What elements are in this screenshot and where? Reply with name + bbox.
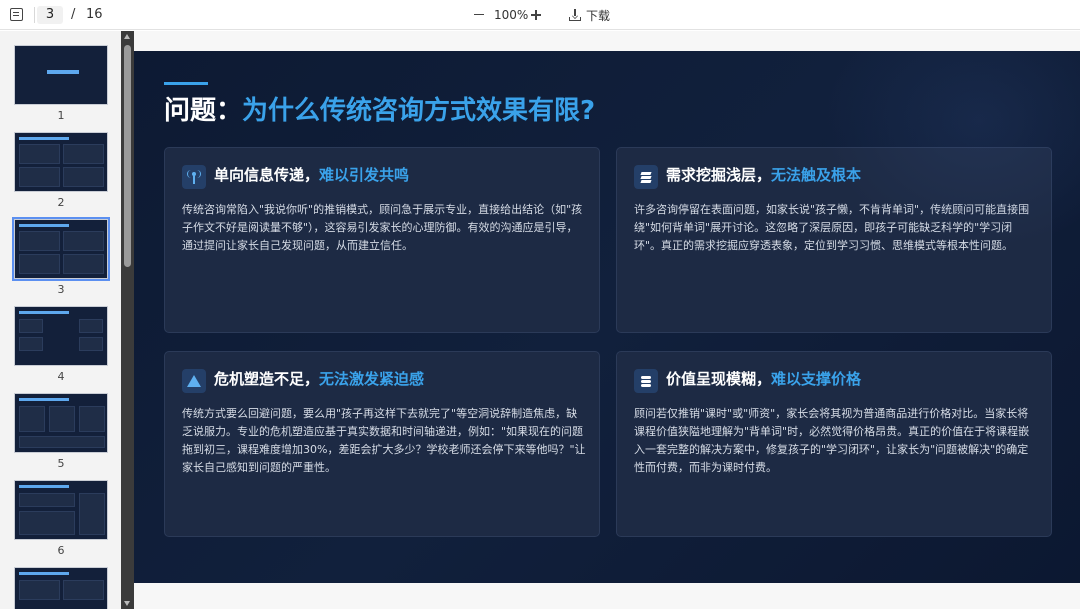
page-separator: /	[71, 7, 76, 22]
card-title-plain: 单向信息传递，	[214, 166, 320, 184]
slide-title: 问题：为什么传统咨询方式效果有限?	[164, 93, 595, 129]
problem-card-crisis: 危机塑造不足，无法激发紧迫感 传统方式要么回避问题，要么用"孩子再这样下去就完了…	[164, 351, 600, 537]
card-title-plain: 价值呈现模糊，	[666, 370, 772, 388]
card-title: 价值呈现模糊，难以支撑价格	[666, 367, 861, 391]
slide-title-highlight: 为什么传统咨询方式效果有限?	[242, 96, 596, 126]
coins-icon	[634, 369, 658, 393]
scroll-down-icon[interactable]	[124, 601, 130, 606]
card-title: 需求挖掘浅层，无法触及根本	[666, 163, 861, 187]
thumbnail-scrollbar[interactable]	[121, 31, 134, 609]
thumbnail-number: 4	[57, 370, 65, 383]
thumbnail-sidebar: 1 2 3 4 5 6	[0, 31, 121, 609]
scroll-thumb[interactable]	[124, 45, 131, 267]
document-viewer: 问题：为什么传统咨询方式效果有限? 单向信息传递，难以引发共鸣 传统咨询常陷入"…	[134, 31, 1080, 609]
card-title-highlight: 无法激发紧迫感	[319, 370, 425, 388]
card-title-highlight: 无法触及根本	[771, 166, 862, 184]
thumbnail-image	[12, 217, 110, 281]
thumbnail-image	[14, 480, 108, 540]
card-title: 单向信息传递，难以引发共鸣	[214, 163, 409, 187]
antenna-icon	[182, 165, 206, 189]
download-icon	[569, 9, 581, 21]
thumbnail-number: 6	[57, 544, 65, 557]
zoom-out-icon[interactable]	[474, 14, 484, 16]
title-accent-line	[164, 82, 208, 85]
card-body: 顾问若仅推销"课时"或"师资"，家长会将其视为普通商品进行价格对比。当家长将课程…	[634, 407, 1030, 474]
card-body: 传统咨询常陷入"我说你听"的推销模式，顾问急于展示专业，直接给出结论（如"孩子作…	[182, 203, 583, 252]
thumbnail-page-6[interactable]: 6	[14, 480, 108, 557]
thumbnail-number: 2	[57, 196, 65, 209]
card-body: 传统方式要么回避问题，要么用"孩子再这样下去就完了"等空洞说辞制造焦虑，缺乏说服…	[182, 407, 586, 474]
problem-card-one-way: 单向信息传递，难以引发共鸣 传统咨询常陷入"我说你听"的推销模式，顾问急于展示专…	[164, 147, 600, 333]
total-pages: 16	[86, 7, 103, 22]
download-label: 下载	[586, 8, 611, 23]
zoom-level: 100%	[494, 8, 529, 22]
thumbnail-image	[14, 567, 108, 609]
card-body: 许多咨询停留在表面问题，如家长说"孩子懒，不肯背单词"，传统顾问可能直接围绕"如…	[634, 203, 1030, 252]
card-title-highlight: 难以支撑价格	[771, 370, 862, 388]
thumbnail-image	[14, 132, 108, 192]
thumbnail-page-7[interactable]	[14, 567, 108, 609]
toolbar-divider	[34, 7, 35, 23]
problem-card-shallow-needs: 需求挖掘浅层，无法触及根本 许多咨询停留在表面问题，如家长说"孩子懒，不肯背单词…	[616, 147, 1052, 333]
page-number-input[interactable]: 3	[37, 6, 63, 24]
thumbnail-image	[14, 306, 108, 366]
zoom-in-icon[interactable]	[531, 10, 541, 20]
thumbnail-page-5[interactable]: 5	[14, 393, 108, 470]
thumbnail-image	[14, 45, 108, 105]
thumbnail-number: 3	[57, 283, 65, 296]
slide-title-prefix: 问题：	[164, 96, 243, 126]
thumbnail-page-2[interactable]: 2	[14, 132, 108, 209]
card-title-highlight: 难以引发共鸣	[319, 166, 410, 184]
card-title: 危机塑造不足，无法激发紧迫感	[214, 367, 424, 391]
thumbnail-image	[14, 393, 108, 453]
viewer-toolbar: 3 / 16 100% 下载	[0, 0, 1080, 30]
layers-icon	[634, 165, 658, 189]
card-title-plain: 需求挖掘浅层，	[666, 166, 772, 184]
thumbnail-page-1[interactable]: 1	[14, 45, 108, 122]
slide-page: 问题：为什么传统咨询方式效果有限? 单向信息传递，难以引发共鸣 传统咨询常陷入"…	[134, 51, 1080, 583]
thumbnail-page-4[interactable]: 4	[14, 306, 108, 383]
card-title-plain: 危机塑造不足，	[214, 370, 320, 388]
scroll-up-icon[interactable]	[124, 34, 130, 39]
thumbnail-page-3[interactable]: 3	[12, 217, 110, 296]
thumbnail-number: 5	[57, 457, 65, 470]
sidebar-toggle-icon[interactable]	[10, 8, 23, 21]
thumbnail-number: 1	[57, 109, 65, 122]
warning-icon	[182, 369, 206, 393]
problem-card-value: 价值呈现模糊，难以支撑价格 顾问若仅推销"课时"或"师资"，家长会将其视为普通商…	[616, 351, 1052, 537]
download-button[interactable]: 下载	[569, 6, 610, 24]
